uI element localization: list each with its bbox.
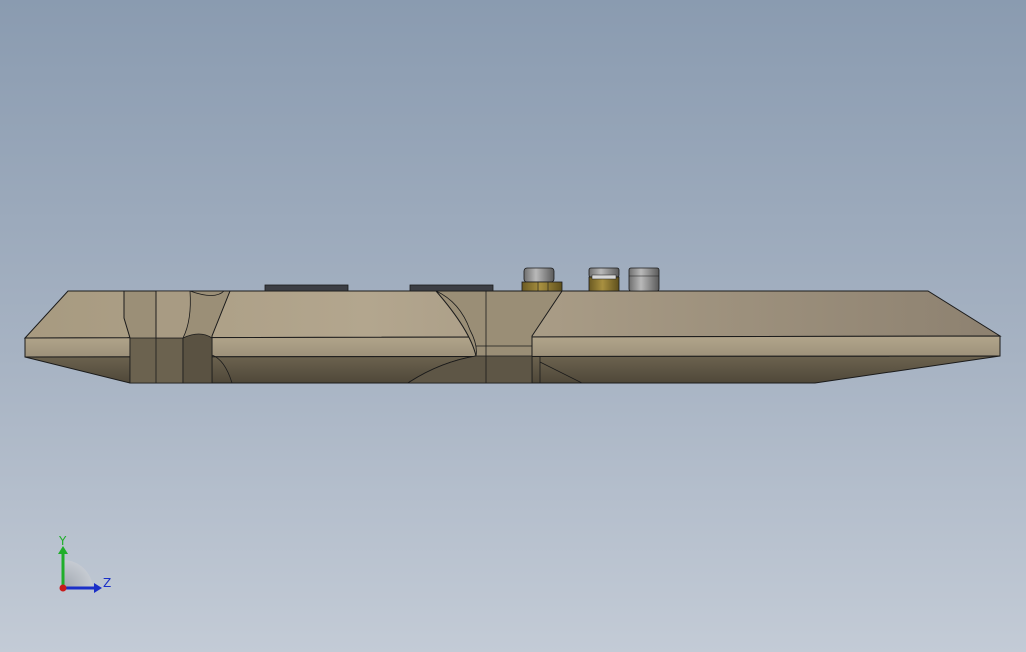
y-axis-label: Y: [58, 534, 67, 548]
left-pocket-shadow: [129, 337, 184, 384]
fitting-brass-2[interactable]: [588, 267, 620, 292]
top-pad-right[interactable]: [409, 284, 494, 292]
orientation-triad: Y Z: [58, 534, 111, 593]
triad-origin: [59, 584, 67, 592]
left-pocket-inner: [155, 290, 191, 339]
model-view-canvas[interactable]: Y Z: [0, 0, 1026, 652]
graphics-viewport[interactable]: Y Z: [0, 0, 1026, 652]
z-axis-label: Z: [103, 576, 111, 590]
z-axis-arrowhead: [94, 583, 102, 593]
left-pocket-curve: [182, 333, 213, 384]
fitting-steel[interactable]: [628, 267, 660, 292]
fitting-brass-1[interactable]: [521, 267, 563, 292]
triad-arc: [63, 559, 93, 588]
top-pad-left[interactable]: [264, 284, 349, 292]
part-model[interactable]: [23, 267, 1002, 384]
